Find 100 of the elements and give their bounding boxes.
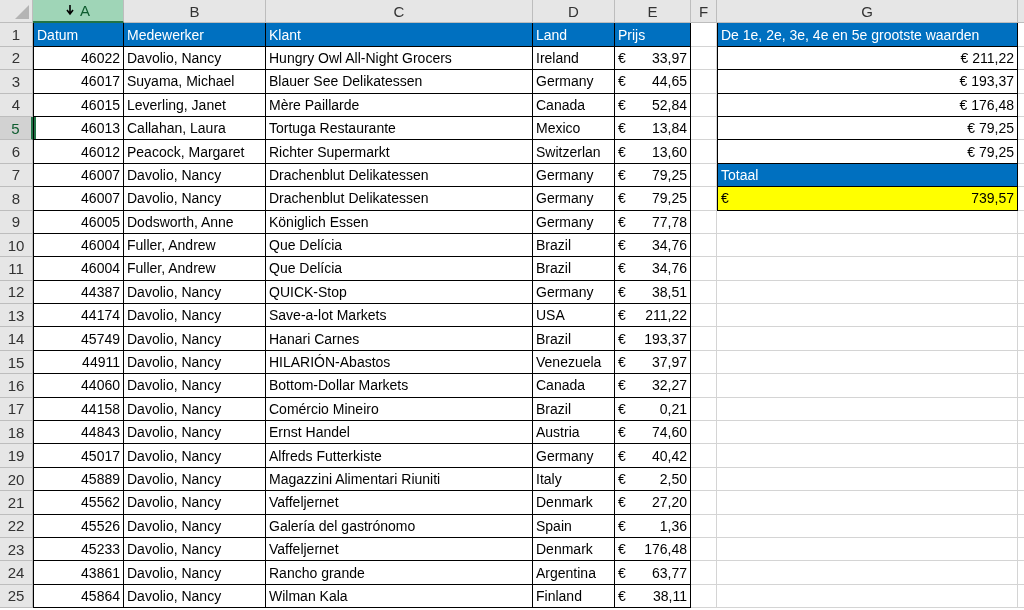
row-header[interactable]: 13 <box>0 304 33 328</box>
table-cell: Que Delícia <box>266 233 533 258</box>
column-header[interactable]: C <box>266 0 533 24</box>
column-header[interactable]: A <box>33 0 124 24</box>
column-letter: D <box>568 2 579 20</box>
table-cell: Mère Paillarde <box>266 93 533 117</box>
row-header[interactable]: 15 <box>0 350 33 375</box>
table-cell: Switzerlan <box>533 140 615 164</box>
table-cell: Mexico <box>533 116 615 141</box>
row-header[interactable]: 20 <box>0 467 33 492</box>
table-cell: Germany <box>533 163 615 188</box>
header-cell: Prijs <box>615 23 691 47</box>
row-header[interactable]: 4 <box>0 93 33 117</box>
table-cell: € 2,50 <box>615 467 691 492</box>
row-header[interactable]: 10 <box>0 233 33 258</box>
header-cell: De 1e, 2e, 3e, 4e en 5e grootste waarden <box>717 23 1018 47</box>
row-header[interactable]: 2 <box>0 46 33 71</box>
table-cell: 45526 <box>33 514 124 538</box>
table-cell: Canada <box>533 374 615 398</box>
row-header[interactable]: 19 <box>0 444 33 468</box>
row-header[interactable]: 17 <box>0 397 33 422</box>
table-cell: Save-a-lot Markets <box>266 304 533 328</box>
table-cell: 45017 <box>33 444 124 468</box>
table-cell: Hungry Owl All-Night Grocers <box>266 46 533 71</box>
row-header[interactable]: 12 <box>0 280 33 305</box>
table-cell: € 37,97 <box>615 350 691 375</box>
column-letter: A <box>80 2 90 20</box>
table-cell: Fuller, Andrew <box>124 257 266 281</box>
table-cell: 46005 <box>33 210 124 234</box>
header-filler <box>1018 0 1024 24</box>
row-header[interactable]: 24 <box>0 561 33 585</box>
table-cell: Vaffeljernet <box>266 538 533 562</box>
table-cell: 46012 <box>33 140 124 164</box>
row-header[interactable]: 23 <box>0 538 33 562</box>
table-cell: € 74,60 <box>615 421 691 445</box>
table-cell: € 27,20 <box>615 491 691 515</box>
table-cell: QUICK-Stop <box>266 280 533 305</box>
column-header[interactable]: D <box>533 0 615 24</box>
table-cell: 44060 <box>33 374 124 398</box>
table-cell: Germany <box>533 70 615 94</box>
table-cell: Davolio, Nancy <box>124 46 266 71</box>
table-cell: Davolio, Nancy <box>124 467 266 492</box>
row-header[interactable]: 18 <box>0 421 33 445</box>
row-header[interactable]: 5 <box>0 116 33 141</box>
column-header[interactable]: E <box>615 0 691 24</box>
column-letter: C <box>393 2 405 20</box>
table-cell: Peacock, Margaret <box>124 140 266 164</box>
table-cell: 43861 <box>33 561 124 585</box>
table-cell: Fuller, Andrew <box>124 233 266 258</box>
row-header[interactable]: 8 <box>0 187 33 211</box>
row-header[interactable]: 3 <box>0 70 33 94</box>
column-header[interactable]: B <box>124 0 266 24</box>
table-cell: Ireland <box>533 46 615 71</box>
table-cell: Richter Supermarkt <box>266 140 533 164</box>
select-all-icon[interactable] <box>15 5 29 20</box>
table-cell: Drachenblut Delikatessen <box>266 187 533 211</box>
table-cell: Blauer See Delikatessen <box>266 70 533 94</box>
table-cell: Davolio, Nancy <box>124 561 266 585</box>
row-header[interactable]: 7 <box>0 163 33 188</box>
table-cell: € 176,48 <box>717 93 1018 117</box>
table-cell: Davolio, Nancy <box>124 187 266 211</box>
table-cell: € 44,65 <box>615 70 691 94</box>
table-cell: € 79,25 <box>615 163 691 188</box>
table-cell: Davolio, Nancy <box>124 421 266 445</box>
row-header[interactable]: 1 <box>0 23 33 47</box>
table-cell: € 34,76 <box>615 233 691 258</box>
table-cell: € 0,21 <box>615 397 691 422</box>
column-header[interactable]: G <box>717 0 1018 24</box>
row-header[interactable]: 14 <box>0 327 33 351</box>
table-cell: 46017 <box>33 70 124 94</box>
table-cell: USA <box>533 304 615 328</box>
table-cell: € 79,25 <box>717 140 1018 164</box>
table-cell: Leverling, Janet <box>124 93 266 117</box>
table-cell: Wilman Kala <box>266 584 533 609</box>
header-cell: Klant <box>266 23 533 47</box>
row-header[interactable]: 11 <box>0 257 33 281</box>
table-cell: Suyama, Michael <box>124 70 266 94</box>
row-header[interactable]: 9 <box>0 210 33 234</box>
row-header[interactable]: 16 <box>0 374 33 398</box>
column-header[interactable]: F <box>691 0 717 24</box>
table-cell: Davolio, Nancy <box>124 304 266 328</box>
table-cell: Brazil <box>533 257 615 281</box>
table-cell: Galería del gastrónomo <box>266 514 533 538</box>
row-header[interactable]: 25 <box>0 584 33 609</box>
table-cell: € 211,22 <box>615 304 691 328</box>
table-cell: 45562 <box>33 491 124 515</box>
total-cell: € 739,57 <box>717 187 1018 211</box>
table-cell: Davolio, Nancy <box>124 444 266 468</box>
row-header[interactable]: 22 <box>0 514 33 538</box>
table-cell: 45233 <box>33 538 124 562</box>
table-cell: Denmark <box>533 491 615 515</box>
table-cell: Ernst Handel <box>266 421 533 445</box>
table-cell: Que Delícia <box>266 257 533 281</box>
table-cell: 44174 <box>33 304 124 328</box>
table-cell: 46013 <box>33 116 124 141</box>
table-cell: 44158 <box>33 397 124 422</box>
row-header[interactable]: 21 <box>0 491 33 515</box>
row-header[interactable]: 6 <box>0 140 33 164</box>
table-cell: Davolio, Nancy <box>124 374 266 398</box>
table-cell: Davolio, Nancy <box>124 538 266 562</box>
